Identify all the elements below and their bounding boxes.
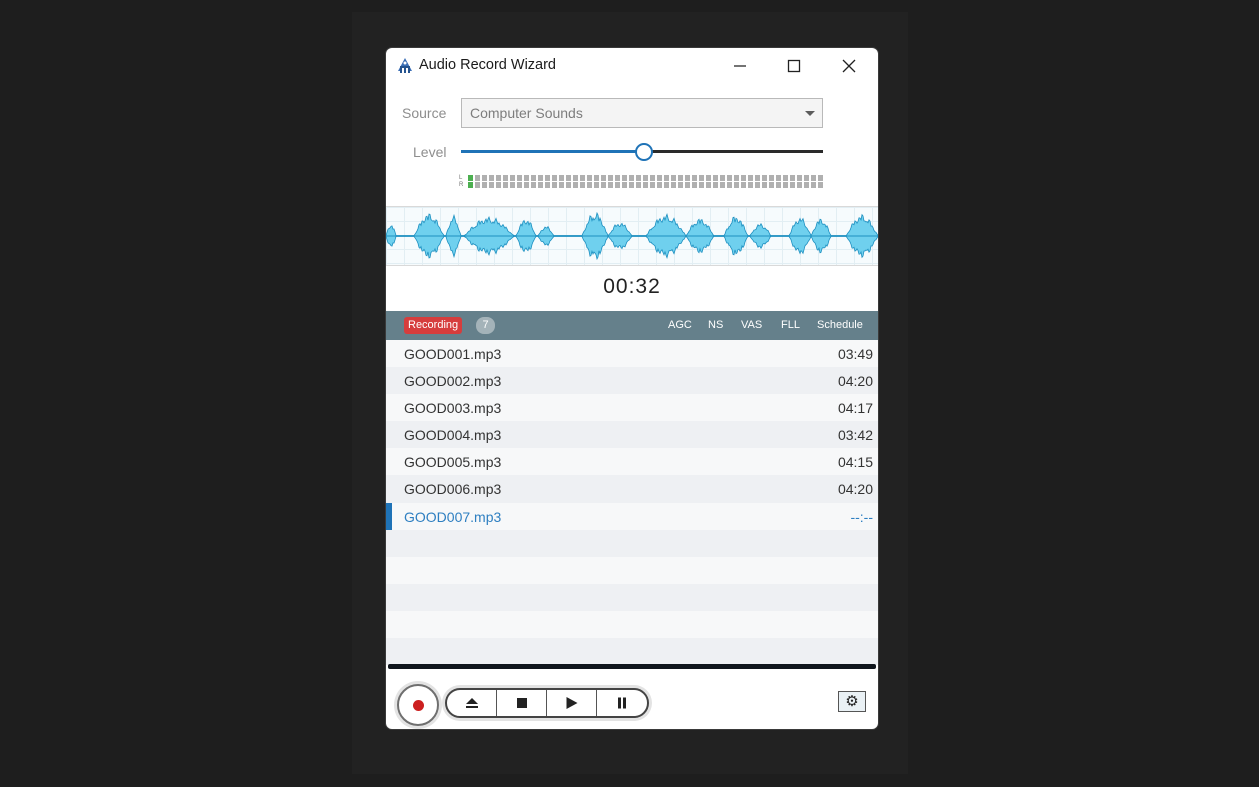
gear-icon: ⚙ [845, 693, 859, 710]
waveform [386, 211, 878, 261]
list-header: Recording 7 AGC NS VAS FLL Schedule [386, 311, 878, 340]
meter-bar-right [468, 182, 823, 188]
column-schedule[interactable]: Schedule [817, 319, 863, 331]
pause-icon [618, 697, 626, 709]
meter-channel-right: R [459, 182, 464, 188]
column-ns[interactable]: NS [708, 319, 723, 331]
empty-row [386, 529, 878, 557]
file-count-badge: 7 [476, 317, 495, 334]
source-label: Source [402, 105, 447, 121]
maximize-button[interactable] [774, 52, 814, 80]
column-agc[interactable]: AGC [668, 319, 692, 331]
empty-row [386, 610, 878, 639]
window-title: Audio Record Wizard [419, 57, 556, 73]
source-dropdown[interactable]: Computer Sounds [461, 98, 823, 128]
minimize-button[interactable] [720, 52, 760, 80]
recording-timer: 00:32 [603, 275, 661, 298]
recording-status-badge: Recording [404, 317, 463, 334]
close-icon [842, 59, 856, 73]
file-row[interactable]: GOOD001.mp3 03:49 [386, 340, 878, 368]
title-bar[interactable]: Audio Record Wizard [386, 48, 878, 84]
file-row[interactable]: GOOD003.mp3 04:17 [386, 394, 878, 422]
minimize-icon [734, 65, 746, 67]
waveform-display [386, 206, 878, 266]
file-duration: 04:15 [837, 454, 873, 471]
eject-icon [465, 698, 478, 708]
file-name: GOOD006.mp3 [404, 481, 502, 498]
eject-button[interactable] [447, 690, 497, 716]
source-dropdown-value: Computer Sounds [470, 105, 583, 121]
stop-icon [516, 698, 527, 708]
app-logo-icon [398, 58, 412, 73]
file-name: GOOD004.mp3 [404, 427, 502, 444]
level-meter: L R [459, 174, 825, 190]
file-duration: 03:49 [837, 346, 873, 362]
play-button[interactable] [547, 690, 597, 716]
level-slider[interactable] [461, 142, 823, 162]
column-vas[interactable]: VAS [741, 319, 762, 331]
level-slider-thumb[interactable] [635, 143, 653, 161]
file-duration: 04:20 [837, 373, 873, 390]
settings-button[interactable]: ⚙ [838, 691, 866, 712]
record-icon [413, 700, 424, 711]
stop-button[interactable] [497, 690, 547, 716]
file-row[interactable]: GOOD006.mp3 04:20 [386, 475, 878, 503]
empty-row [386, 638, 878, 666]
pause-button[interactable] [597, 690, 647, 716]
empty-row [386, 583, 878, 611]
transport-button-group [445, 688, 649, 718]
meter-bar-left [468, 175, 823, 181]
play-icon [566, 697, 577, 709]
level-slider-fill [461, 150, 643, 153]
file-list: GOOD001.mp3 03:49 GOOD002.mp3 04:20 GOOD00… [386, 340, 878, 666]
empty-row [386, 556, 878, 584]
file-name: GOOD002.mp3 [404, 373, 502, 390]
file-duration: 04:17 [837, 400, 873, 417]
file-name: GOOD005.mp3 [404, 454, 502, 471]
playback-progress-bar[interactable] [388, 664, 876, 669]
level-label: Level [413, 144, 447, 160]
file-duration: --:-- [850, 508, 873, 525]
file-name: GOOD003.mp3 [404, 400, 502, 417]
file-row[interactable]: GOOD004.mp3 03:42 [386, 421, 878, 449]
level-slider-track [643, 150, 823, 153]
chevron-down-icon [805, 111, 815, 116]
active-row-marker [386, 502, 392, 530]
audio-record-wizard-window: Audio Record Wizard Source Computer Soun… [386, 48, 878, 729]
file-duration: 03:42 [837, 427, 873, 444]
file-row[interactable]: GOOD002.mp3 04:20 [386, 367, 878, 395]
record-button[interactable] [397, 684, 439, 726]
close-button[interactable] [829, 52, 869, 80]
file-row[interactable]: GOOD005.mp3 04:15 [386, 448, 878, 476]
meter-channel-left: L [459, 175, 463, 181]
column-fll[interactable]: FLL [781, 319, 800, 331]
file-name: GOOD007.mp3 [404, 508, 502, 525]
maximize-icon [787, 59, 801, 73]
file-name: GOOD001.mp3 [404, 346, 502, 362]
transport-controls: ⚙ [386, 674, 878, 729]
file-row-active[interactable]: GOOD007.mp3 --:-- [386, 502, 878, 530]
file-duration: 04:20 [837, 481, 873, 498]
